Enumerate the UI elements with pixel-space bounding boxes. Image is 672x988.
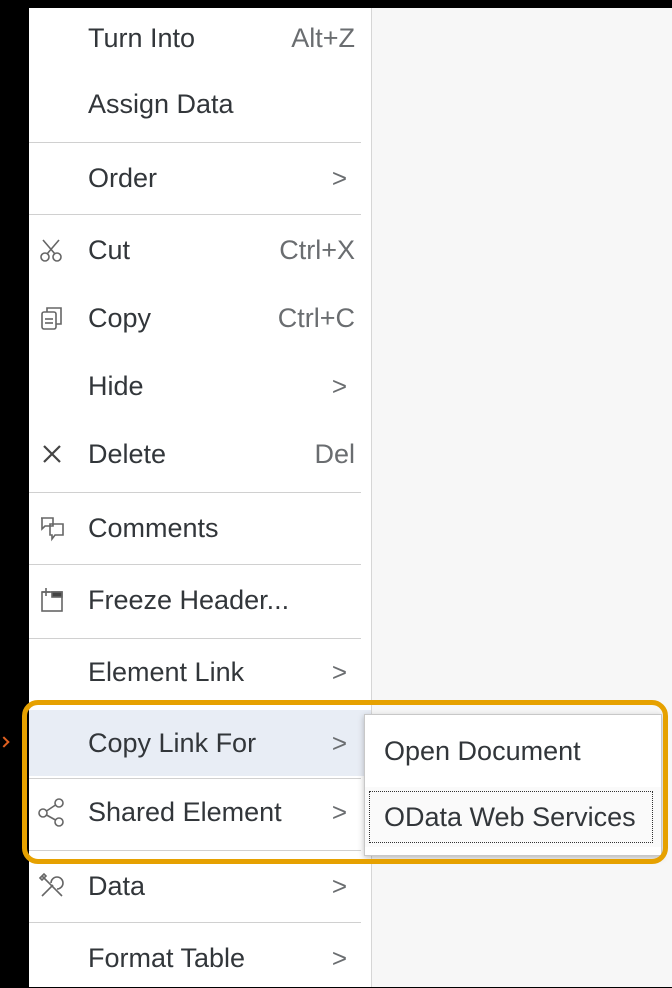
menu-item-label: Hide xyxy=(88,370,144,401)
menu-item-label: Turn Into xyxy=(88,22,196,53)
separator xyxy=(29,638,361,639)
scissors-icon xyxy=(35,233,69,267)
menu-item-label: Freeze Header... xyxy=(88,584,290,615)
close-icon xyxy=(35,437,69,471)
menu-item-label: Comments xyxy=(88,512,219,543)
separator xyxy=(29,850,361,851)
separator xyxy=(29,922,361,923)
chevron-right-icon: > xyxy=(331,162,347,193)
menu-item-copy[interactable]: Copy Ctrl+C xyxy=(29,288,371,348)
menu-item-label: Element Link xyxy=(88,656,245,687)
menu-item-freeze-header[interactable]: Freeze Header... xyxy=(29,570,371,630)
freeze-header-icon xyxy=(35,583,69,617)
shortcut-label: Alt+Z xyxy=(291,22,355,53)
menu-item-label: Order xyxy=(88,162,158,193)
shortcut-label: Del xyxy=(314,438,355,469)
separator xyxy=(29,492,361,493)
chevron-right-icon: > xyxy=(331,870,347,901)
menu-item-label: Shared Element xyxy=(88,796,282,827)
separator xyxy=(29,564,361,565)
menu-item-cut[interactable]: Cut Ctrl+X xyxy=(29,220,371,280)
submenu-item-open-document[interactable]: Open Document xyxy=(365,721,661,781)
menu-item-copy-link-for[interactable]: Copy Link For > xyxy=(29,710,371,776)
menu-item-comments[interactable]: Comments xyxy=(29,498,371,558)
chevron-right-icon: > xyxy=(331,942,347,973)
menu-item-label: Data xyxy=(88,870,146,901)
menu-item-element-link[interactable]: Element Link > xyxy=(29,642,371,702)
chevron-right-icon: > xyxy=(331,656,347,687)
menu-item-label: Delete xyxy=(88,438,167,469)
menu-item-turn-into[interactable]: Turn Into Alt+Z xyxy=(29,8,371,68)
menu-item-hide[interactable]: Hide > xyxy=(29,356,371,416)
chevron-right-icon: > xyxy=(331,796,347,827)
copy-icon xyxy=(35,301,69,335)
shortcut-label: Ctrl+X xyxy=(279,234,355,265)
menu-item-format-table[interactable]: Format Table > xyxy=(29,928,371,988)
separator xyxy=(29,142,361,143)
pointer-arrow-icon xyxy=(0,736,10,748)
chevron-right-icon: > xyxy=(331,370,347,401)
menu-item-label: Copy xyxy=(88,302,152,333)
menu-item-label: Assign Data xyxy=(88,88,234,119)
menu-item-label: Copy Link For xyxy=(88,727,257,758)
separator xyxy=(29,778,361,779)
shortcut-label: Ctrl+C xyxy=(277,302,355,333)
menu-item-shared-element[interactable]: Shared Element > xyxy=(29,782,371,842)
comments-icon xyxy=(35,511,69,545)
context-menu: Turn Into Alt+Z Assign Data Order > Cut … xyxy=(29,8,372,987)
menu-item-order[interactable]: Order > xyxy=(29,148,371,208)
submenu-item-label: OData Web Services xyxy=(384,801,636,832)
copy-link-submenu: Open Document OData Web Services xyxy=(364,714,662,856)
submenu-item-odata-web-services[interactable]: OData Web Services xyxy=(365,787,661,847)
menu-item-label: Format Table xyxy=(88,942,246,973)
separator xyxy=(29,214,361,215)
tools-icon xyxy=(35,869,69,903)
menu-item-label: Cut xyxy=(88,234,131,265)
chevron-right-icon: > xyxy=(331,727,347,758)
menu-item-data[interactable]: Data > xyxy=(29,856,371,916)
menu-item-delete[interactable]: Delete Del xyxy=(29,424,371,484)
menu-item-assign-data[interactable]: Assign Data xyxy=(29,74,371,134)
submenu-item-label: Open Document xyxy=(384,735,581,766)
share-icon xyxy=(35,795,69,829)
